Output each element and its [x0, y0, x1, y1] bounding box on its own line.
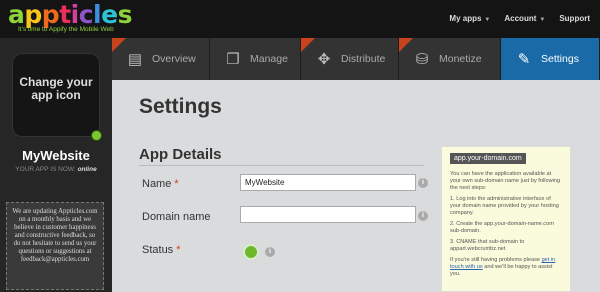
account-menu[interactable]: Account ▼: [504, 14, 545, 23]
logo-letter: p: [24, 0, 42, 29]
new-ribbon: [301, 38, 315, 52]
tools-icon: ✎: [517, 51, 531, 68]
settings-panel: Settings App Details Name * MyWebsite i …: [112, 80, 600, 292]
chevron-down-icon: ▼: [484, 17, 491, 23]
logo-letter: a: [8, 0, 25, 29]
share-icon: ✥: [317, 51, 331, 68]
top-bar: appticles It's time to Appify the Mobile…: [0, 0, 600, 38]
help-icon[interactable]: i: [265, 247, 275, 257]
tab-settings[interactable]: ✎ Settings: [501, 38, 600, 80]
chevron-down-icon: ▼: [539, 17, 546, 23]
new-ribbon: [399, 38, 413, 52]
logo-letter: t: [59, 0, 71, 29]
coins-icon: ⛁: [415, 51, 429, 68]
logo-letter: p: [41, 0, 60, 29]
left-sidebar: Change your app icon MyWebsite YOUR APP …: [0, 38, 112, 292]
help-intro: You can have the application available a…: [450, 171, 561, 191]
status-toggle[interactable]: [243, 244, 259, 260]
help-icon[interactable]: i: [418, 211, 428, 221]
page-title: Settings: [139, 95, 222, 118]
pages-icon: ❐: [226, 51, 240, 68]
status-value: online: [77, 166, 97, 173]
tab-distribute[interactable]: ✥ Distribute: [301, 38, 399, 80]
document-icon: ▤: [127, 51, 143, 68]
name-label-text: Name: [142, 178, 172, 190]
tab-overview[interactable]: ▤ Overview: [112, 38, 210, 80]
logo-letter: c: [78, 0, 94, 29]
my-apps-menu[interactable]: My apps ▼: [449, 14, 490, 23]
name-label: Name *: [142, 178, 179, 190]
my-apps-label: My apps: [449, 14, 482, 23]
tab-monetize-label: Monetize: [439, 53, 482, 65]
subdomain-help-panel: app.your-domain.com You can have the app…: [441, 146, 571, 292]
required-mark: *: [174, 178, 179, 190]
change-app-icon-button[interactable]: Change your app icon: [12, 53, 100, 137]
section-title: App Details: [139, 146, 222, 163]
tab-overview-label: Overview: [152, 53, 196, 65]
name-input[interactable]: MyWebsite: [240, 174, 416, 191]
tab-manage[interactable]: ❐ Manage: [210, 38, 301, 80]
top-nav: My apps ▼ Account ▼ Support: [449, 14, 590, 23]
support-link[interactable]: Support: [559, 14, 590, 23]
help-step-3: 3. CNAME that sub-domain to appart.webcr…: [450, 239, 525, 252]
account-label: Account: [504, 14, 537, 23]
appticles-logo[interactable]: appticles: [8, 2, 132, 28]
tab-distribute-label: Distribute: [341, 53, 386, 65]
domain-input[interactable]: [240, 206, 416, 223]
divider: [139, 165, 424, 166]
domain-badge: app.your-domain.com: [450, 153, 526, 164]
logo-letter: i: [70, 0, 80, 29]
status-label: Status *: [142, 244, 181, 256]
site-name: MyWebsite: [22, 148, 90, 163]
status-label-text: Status: [142, 244, 174, 256]
help-step-2: 2. Create the app.your-domain-name.com s…: [450, 221, 554, 234]
feedback-notice: We are updating Appticles.com on a month…: [6, 202, 104, 290]
help-icon[interactable]: i: [418, 178, 428, 188]
app-status-line: YOUR APP IS NOW: online: [0, 166, 112, 173]
required-mark: *: [176, 244, 181, 256]
logo-letter: s: [117, 0, 133, 29]
help-prefix: If you're still having problems please: [450, 257, 540, 263]
help-step-1: 1. Log into the administrative interface…: [450, 196, 559, 216]
status-prefix: YOUR APP IS NOW:: [15, 166, 76, 173]
logo-letter: e: [101, 0, 118, 29]
new-ribbon: [112, 38, 126, 52]
tab-manage-label: Manage: [250, 53, 288, 65]
tab-monetize[interactable]: ⛁ Monetize: [399, 38, 501, 80]
tagline: It's time to Appify the Mobile Web: [18, 26, 114, 33]
main-tabs: ▤ Overview ❐ Manage ✥ Distribute ⛁ Monet…: [112, 38, 600, 80]
domain-label: Domain name: [142, 211, 211, 223]
help-contact: If you're still having problems please g…: [450, 257, 562, 278]
tab-settings-label: Settings: [541, 53, 579, 65]
logo-letter: l: [93, 0, 102, 29]
online-status-icon: [91, 130, 102, 141]
